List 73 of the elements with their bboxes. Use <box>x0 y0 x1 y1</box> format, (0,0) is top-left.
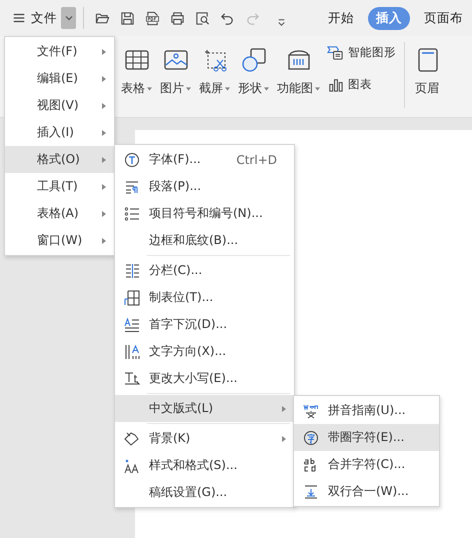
ribbon-button[interactable]: 图片 <box>157 36 194 97</box>
menu-item[interactable]: 字体(F)... Ctrl+D <box>115 146 294 173</box>
submenu-arrow-icon <box>102 130 106 136</box>
submenu-arrow-icon <box>102 211 106 217</box>
menu-item[interactable]: 插入(I) <box>5 119 114 146</box>
caret-icon <box>186 86 191 90</box>
menu-item[interactable]: 稿纸设置(G)... <box>115 479 294 506</box>
print-preview-icon[interactable] <box>195 10 210 26</box>
ribbon-button[interactable]: 页眉 <box>411 36 444 97</box>
menu-item[interactable]: 视图(V) <box>5 92 114 119</box>
font-icon <box>124 152 140 168</box>
menu-item[interactable]: 表格(A) <box>5 200 114 227</box>
smart-graphic-icon <box>327 44 344 60</box>
dropdown-button[interactable] <box>61 7 76 29</box>
styles-icon <box>124 458 140 474</box>
menu-item[interactable]: 拼音指南(U)... <box>294 397 439 424</box>
submenu-arrow-icon <box>102 184 106 190</box>
submenu-arrow-icon <box>102 76 106 82</box>
ribbon-button[interactable]: 截屏 <box>196 36 233 97</box>
menu-item[interactable]: 编辑(E) <box>5 65 114 92</box>
menu-item[interactable]: 中文版式(L) <box>115 395 294 422</box>
menu-item[interactable]: 格式(O) <box>5 146 114 173</box>
paint-bucket-icon <box>124 430 140 446</box>
caret-icon <box>147 86 152 90</box>
menu-item[interactable]: 背景(K) <box>115 425 294 452</box>
two-lines-icon <box>303 484 319 500</box>
menu-item[interactable]: 项目符号和编号(N)... <box>115 200 294 227</box>
text-direction-icon <box>124 344 140 360</box>
menu-item[interactable]: 首字下沉(D)... <box>115 311 294 338</box>
menu-item[interactable]: 更改大小写(E)... <box>115 365 294 392</box>
paragraph-icon <box>124 178 140 194</box>
save-icon[interactable] <box>120 10 135 26</box>
menu-item[interactable]: 文字方向(X)... <box>115 338 294 365</box>
submenu-arrow-icon <box>102 49 106 55</box>
menu-item[interactable]: 工具(T) <box>5 173 114 200</box>
drop-cap-icon <box>124 316 140 332</box>
print-icon[interactable] <box>170 10 185 26</box>
menu-item[interactable]: 双行合一(W)... <box>294 478 439 505</box>
bullet-list-icon <box>124 206 140 222</box>
menu-item[interactable]: 合并字符(C)... <box>294 451 439 478</box>
caret-icon <box>225 86 230 90</box>
ribbon-button[interactable]: 图表 <box>325 74 398 94</box>
ribbon-button[interactable]: 形状 <box>235 36 272 97</box>
menu-item[interactable]: 段落(P)... <box>115 173 294 200</box>
file-menu-label[interactable]: 文件 <box>31 10 57 26</box>
menu-icon[interactable] <box>12 11 26 25</box>
enclosed-character-icon <box>303 430 319 446</box>
ribbon-button[interactable]: 智能图形 <box>325 42 398 62</box>
columns-icon <box>124 262 140 278</box>
caret-icon <box>315 86 320 90</box>
shortcut-text: Ctrl+D <box>236 152 277 166</box>
menu-item[interactable]: 样式和格式(S)... <box>115 452 294 479</box>
submenu-arrow-icon <box>102 157 106 163</box>
tab-stop-icon <box>124 290 140 306</box>
submenu-arrow-icon <box>102 103 106 109</box>
pdf-icon[interactable] <box>145 10 160 26</box>
ribbon-button[interactable]: 表格 <box>118 36 155 97</box>
change-case-icon <box>124 370 140 386</box>
shapes-icon <box>240 46 268 74</box>
menu-item[interactable]: 窗口(W) <box>5 227 114 254</box>
menu-item[interactable]: 制表位(T)... <box>115 284 294 311</box>
ribbon-button[interactable]: 功能图 <box>274 36 323 97</box>
menu-item[interactable]: 边框和底纹(B)... <box>115 227 294 254</box>
undo-icon[interactable] <box>220 10 235 26</box>
menu-item[interactable]: 分栏(C)... <box>115 257 294 284</box>
ribbon-tab[interactable]: 开始 <box>320 6 362 30</box>
menu-item[interactable]: 文件(F) <box>5 38 114 65</box>
menu-item[interactable]: 带圈字符(E)... <box>294 424 439 451</box>
submenu-arrow-icon <box>102 238 106 244</box>
caret-icon <box>264 86 269 90</box>
chevron-down-icon <box>64 13 74 23</box>
ribbon-tab[interactable]: 页面布 <box>416 6 471 30</box>
pinyin-icon <box>303 402 319 418</box>
